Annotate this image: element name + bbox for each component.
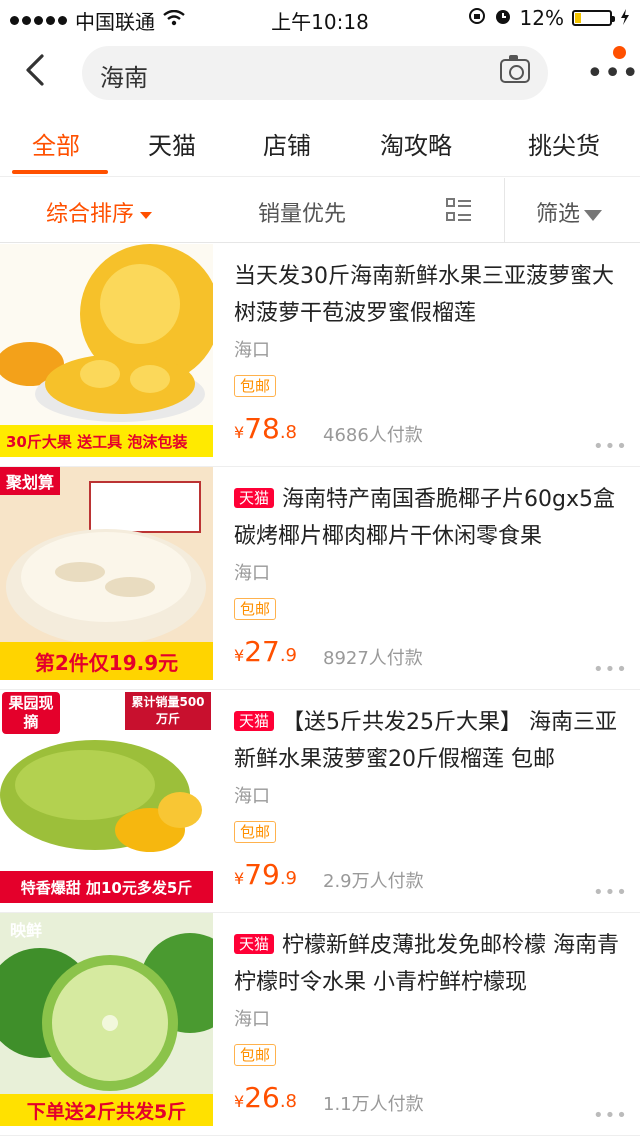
free-shipping-badge: 包邮 [234,598,277,620]
product-title[interactable]: 天猫 【送5斤共发25斤大果】 海南三亚新鲜水果菠萝蜜20斤假榴莲 包邮 [234,704,622,778]
alarm-icon [494,6,512,30]
tmall-badge: 天猫 [234,488,275,508]
product-item[interactable]: 映鲜 下单送2斤共发5斤 天猫 柠檬新鲜皮薄批发免邮柃檬 海南青柠檬时令水果 小青… [0,913,640,1136]
battery-percent: 12% [519,6,564,30]
list-view-icon[interactable] [446,197,472,223]
battery-icon [572,10,615,26]
back-button[interactable] [22,52,62,92]
product-title[interactable]: 天猫 柠檬新鲜皮薄批发免邮柃檬 海南青柠檬时令水果 小青柠鲜柠檬现 [234,927,622,1001]
price-decimal: .9 [279,868,298,889]
product-location: 海口 [234,340,270,361]
currency-symbol: ¥ [234,646,245,665]
filter-label: 筛选 [536,202,581,227]
product-item[interactable]: 30斤大果 送工具 泡沫包装 当天发30斤海南新鲜水果三亚菠萝蜜大树菠萝干苞波罗… [0,244,640,467]
sort-composite-label: 综合排序 [46,202,135,227]
product-title[interactable]: 当天发30斤海南新鲜水果三亚菠萝蜜大树菠萝干苞波罗蜜假榴莲 [234,258,622,332]
product-title-text: 【送5斤共发25斤大果】 海南三亚新鲜水果菠萝蜜20斤假榴莲 包邮 [234,710,618,772]
product-title-text: 柠檬新鲜皮薄批发免邮柃檬 海南青柠檬时令水果 小青柠鲜柠檬现 [234,933,620,995]
more-options-icon[interactable]: ••• [593,1105,628,1126]
search-input[interactable]: 海南 [82,46,548,100]
product-price: ¥27.9 [234,635,297,668]
tab-picks[interactable]: 挑尖货 [528,126,600,161]
price-integer: 79 [244,858,280,891]
product-location: 海口 [234,1009,270,1030]
active-tab-indicator [12,170,108,174]
sold-count: 4686人付款 [323,425,423,446]
search-header: 海南 ••• [0,44,640,102]
product-item[interactable]: 果园现摘 累计销量500万斤 特香爆甜 加10元多发5斤 天猫 【送5斤共发25斤… [0,690,640,913]
image-tag-sales: 累计销量500万斤 [125,692,211,730]
image-banner: 30斤大果 送工具 泡沫包装 [0,425,213,457]
tab-guides[interactable]: 淘攻略 [380,126,452,161]
free-shipping-badge: 包邮 [234,1044,277,1066]
tmall-badge: 天猫 [234,934,275,954]
image-banner: 特香爆甜 加10元多发5斤 [0,871,213,903]
product-list: 30斤大果 送工具 泡沫包装 当天发30斤海南新鲜水果三亚菠萝蜜大树菠萝干苞波罗… [0,244,640,1136]
image-tag: 聚划算 [0,467,61,495]
product-location: 海口 [234,786,270,807]
rotation-lock-icon [468,6,486,30]
product-location: 海口 [234,563,270,584]
product-image[interactable]: 30斤大果 送工具 泡沫包装 [0,244,213,457]
price-integer: 26 [244,1081,280,1114]
product-title-text: 海南特产南国香脆椰子片60gx5盒 碳烤椰片椰肉椰片干休闲零食果 [234,487,615,549]
more-button[interactable]: ••• [586,59,639,89]
camera-icon[interactable] [500,55,530,83]
tab-shops[interactable]: 店铺 [263,126,311,161]
product-price: ¥78.8 [234,412,297,445]
sort-bar: 综合排序 销量优先 筛选 [0,178,640,243]
image-banner: 下单送2斤共发5斤 [0,1094,213,1126]
price-decimal: .8 [279,422,298,443]
product-image[interactable]: 聚划算 第2件仅19.9元 [0,467,213,680]
product-price: ¥26.8 [234,1081,297,1114]
more-options-icon[interactable]: ••• [593,882,628,903]
category-tabs: 全部 天猫 店铺 淘攻略 挑尖货 [0,118,640,177]
price-decimal: .8 [279,1091,298,1112]
free-shipping-badge: 包邮 [234,375,277,397]
search-query: 海南 [100,64,148,92]
product-title[interactable]: 天猫 海南特产南国香脆椰子片60gx5盒 碳烤椰片椰肉椰片干休闲零食果 [234,481,622,555]
product-image[interactable]: 果园现摘 累计销量500万斤 特香爆甜 加10元多发5斤 [0,690,213,903]
more-options-icon[interactable]: ••• [593,659,628,680]
product-image[interactable]: 映鲜 下单送2斤共发5斤 [0,913,213,1126]
sold-count: 8927人付款 [323,648,423,669]
status-bar: 中国联通 上午10:18 12% [0,0,640,36]
currency-symbol: ¥ [234,869,245,888]
product-price: ¥79.9 [234,858,297,891]
tab-tmall[interactable]: 天猫 [148,126,196,161]
free-shipping-badge: 包邮 [234,821,277,843]
currency-symbol: ¥ [234,423,245,442]
funnel-icon [584,209,603,221]
tmall-badge: 天猫 [234,711,275,731]
filter-button[interactable]: 筛选 [536,196,603,228]
image-banner: 第2件仅19.9元 [0,642,213,680]
tab-all[interactable]: 全部 [32,126,80,161]
price-integer: 78 [244,412,280,445]
price-integer: 27 [244,635,280,668]
product-item[interactable]: 聚划算 第2件仅19.9元 天猫 海南特产南国香脆椰子片60gx5盒 碳烤椰片椰肉… [0,467,640,690]
price-decimal: .9 [279,645,298,666]
currency-symbol: ¥ [234,1092,245,1111]
divider [504,178,505,242]
brand-tag: 映鲜 [10,921,43,940]
image-tag: 果园现摘 [2,692,60,734]
chevron-left-icon [26,54,44,86]
caret-down-icon [140,211,153,219]
status-right: 12% [468,6,630,30]
more-options-icon[interactable]: ••• [593,436,628,457]
charging-icon [620,6,630,30]
notification-dot [613,46,626,59]
sold-count: 2.9万人付款 [323,871,424,892]
sold-count: 1.1万人付款 [323,1094,424,1115]
sort-sales[interactable]: 销量优先 [258,196,346,228]
sort-composite[interactable]: 综合排序 [46,196,153,228]
